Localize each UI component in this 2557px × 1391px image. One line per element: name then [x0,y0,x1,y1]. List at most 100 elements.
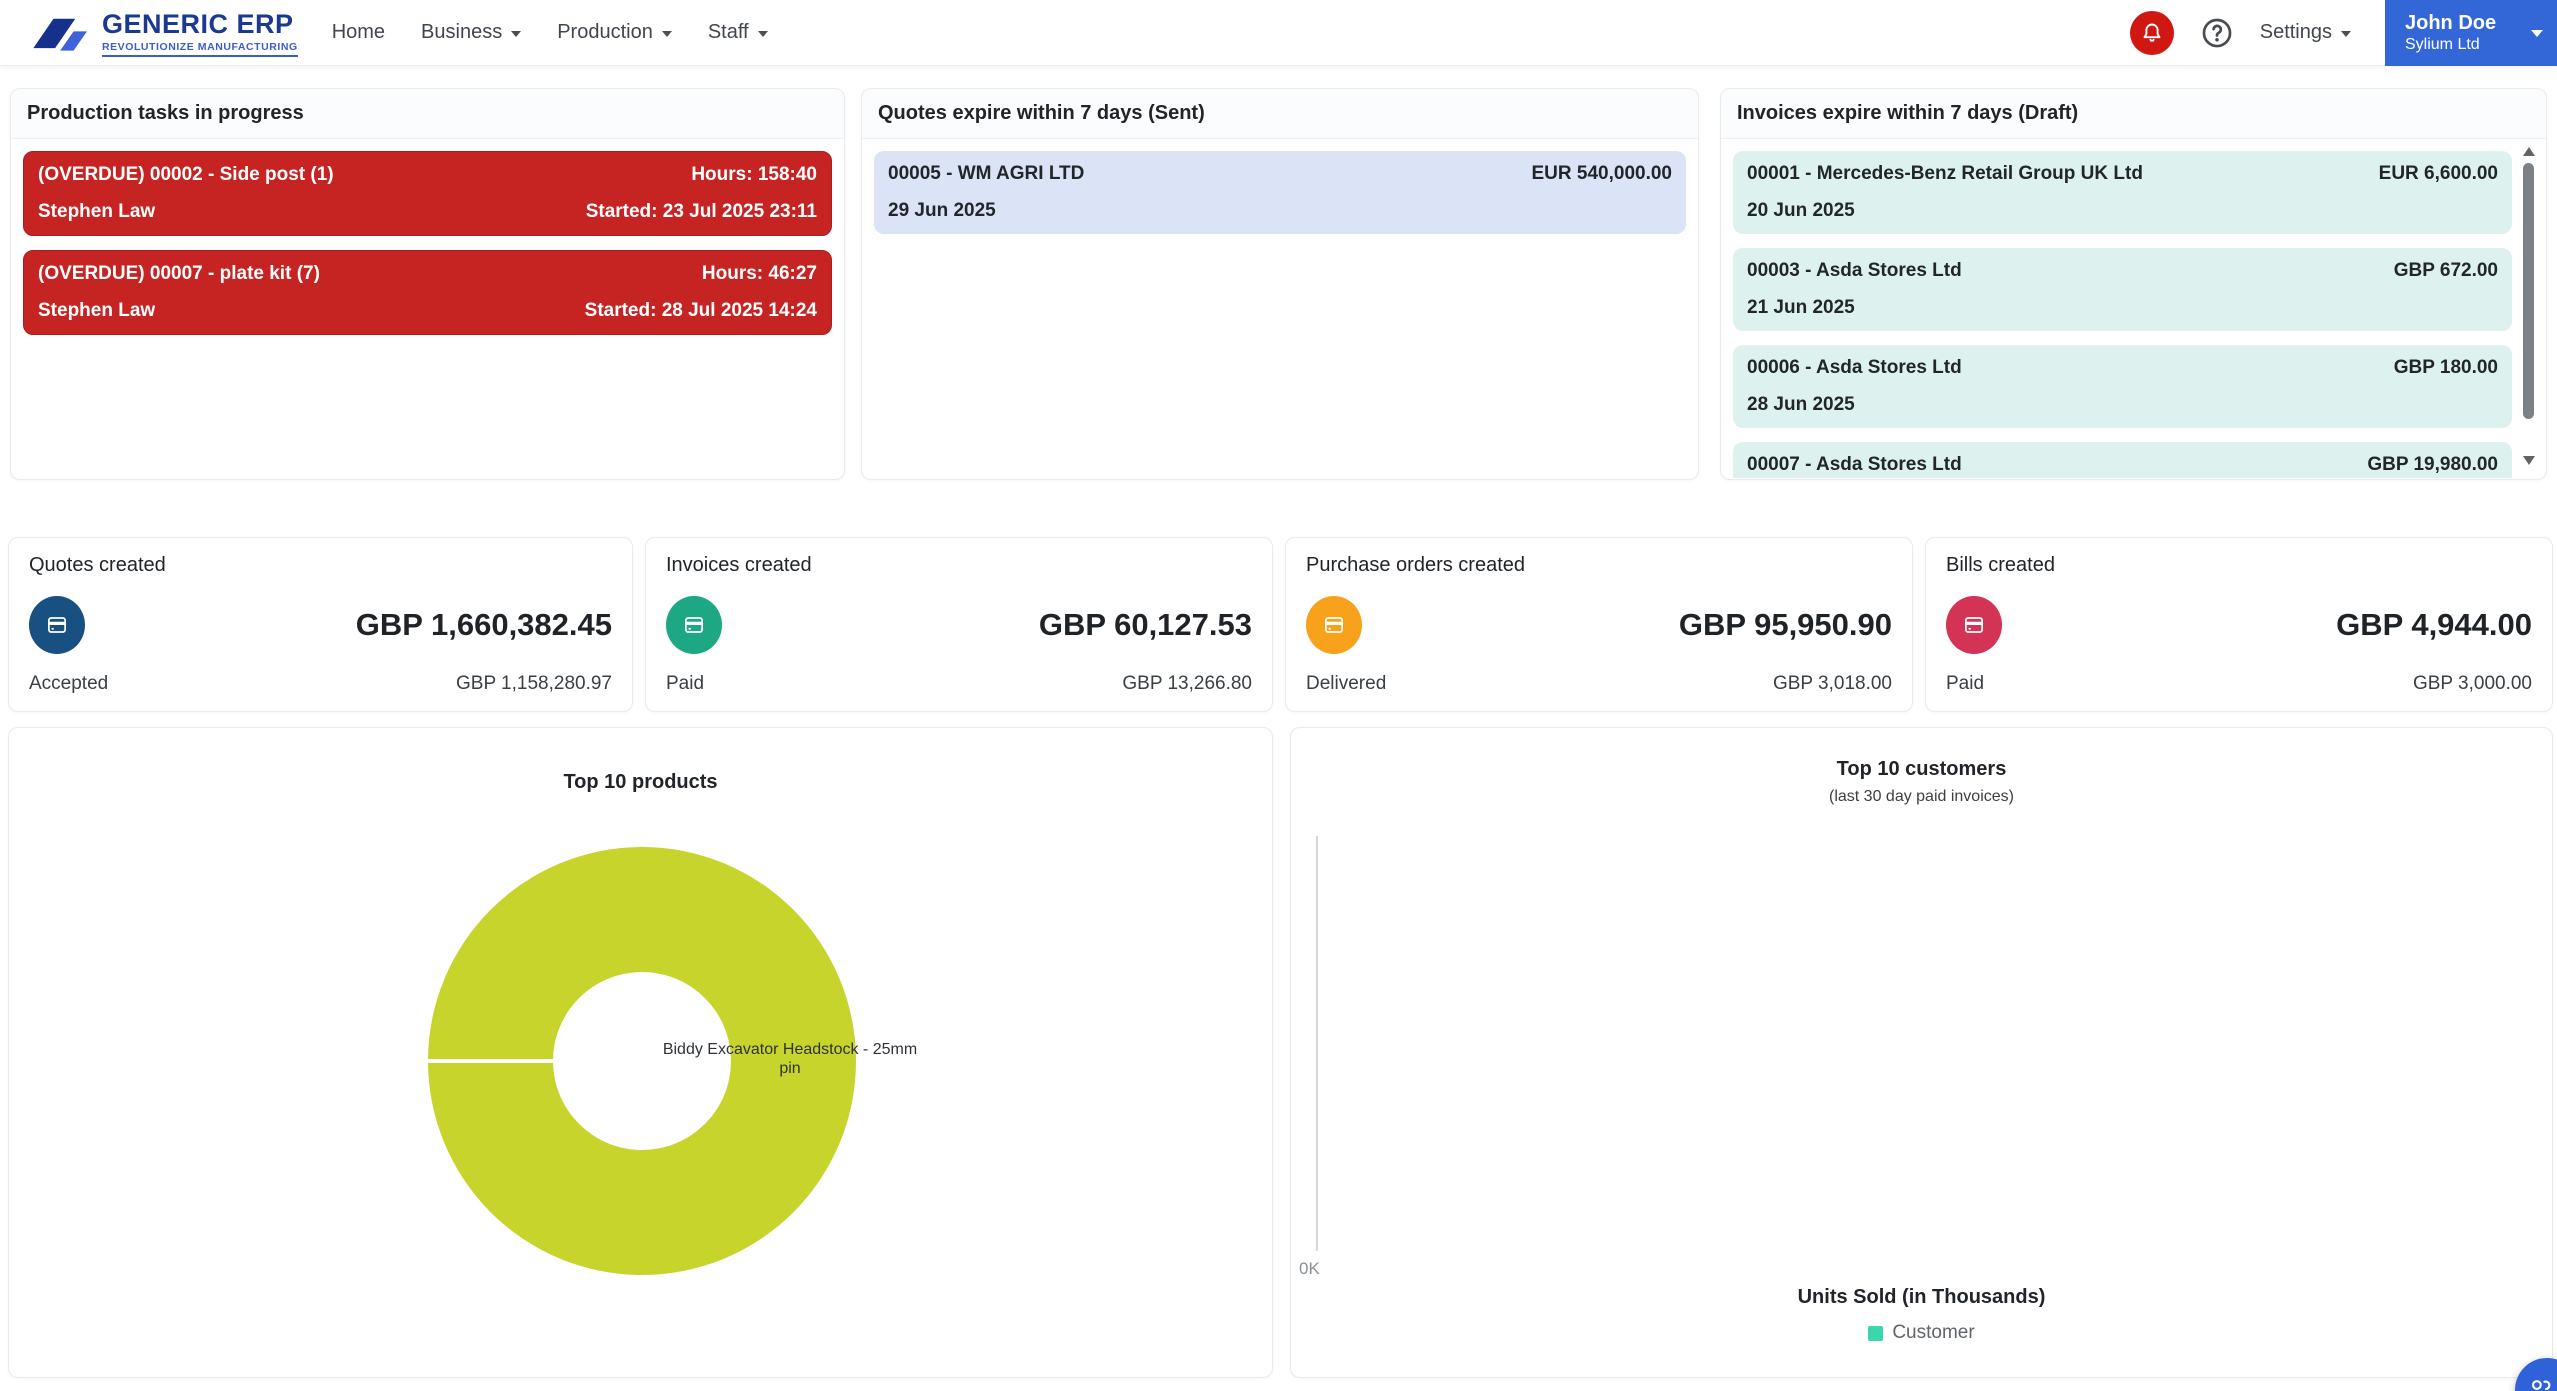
user-menu[interactable]: John Doe Sylium Ltd [2385,0,2557,66]
production-task-card[interactable]: (OVERDUE) 00002 - Side post (1) Hours: 1… [23,151,832,236]
invoice-card[interactable]: 00007 - Asda Stores Ltd GBP 19,980.00 28… [1733,442,2512,478]
quote-date: 29 Jun 2025 [888,200,996,222]
nav-item-staff[interactable]: Staff [708,21,768,44]
receipt-icon [1946,596,2002,654]
y-axis-line [1316,836,1318,1251]
chevron-down-icon [662,31,672,37]
notifications-button[interactable] [2130,11,2174,55]
invoice-amount: GBP 180.00 [2394,357,2498,379]
dashboard-content: Production tasks in progress (OVERDUE) 0… [0,66,2557,1391]
invoices-expiring-panel: Invoices expire within 7 days (Draft) 00… [1720,88,2547,480]
task-assignee: Stephen Law [38,300,155,322]
quote-card[interactable]: 00005 - WM AGRI LTD EUR 540,000.00 29 Ju… [874,151,1686,234]
receipt-icon [29,596,85,654]
kpi-invoices-created: Invoices created GBP 60,127.53 Paid GBP … [645,537,1273,712]
donut-slice-gap [428,1059,556,1063]
production-task-card[interactable]: (OVERDUE) 00007 - plate kit (7) Hours: 4… [23,250,832,335]
kpi-value: GBP 60,127.53 [1039,607,1252,643]
invoice-ref: 00003 - Asda Stores Ltd [1747,260,1962,282]
scrollbar-thumb[interactable] [2523,163,2534,419]
production-tasks-panel: Production tasks in progress (OVERDUE) 0… [10,88,845,480]
task-started: Started: 23 Jul 2025 23:11 [586,201,817,223]
kpi-value: GBP 1,660,382.45 [356,607,612,643]
brand-logo-icon [30,9,92,57]
kpi-status-label: Accepted [29,673,108,695]
invoice-amount: EUR 6,600.00 [2379,163,2498,185]
invoices-scrollbar [2521,147,2537,465]
kpi-status-value: GBP 3,018.00 [1773,673,1892,695]
axis-title: Units Sold (in Thousands) [1291,1286,2552,1309]
chevron-down-icon [2341,31,2351,37]
top-products-chart-panel: Top 10 products Biddy Excavator Headstoc… [8,727,1273,1378]
receipt-icon [666,596,722,654]
nav-item-home[interactable]: Home [332,21,385,44]
invoice-card[interactable]: 00001 - Mercedes-Benz Retail Group UK Lt… [1733,151,2512,234]
nav-item-settings[interactable]: Settings [2260,21,2351,44]
chevron-down-icon [2531,30,2543,37]
top-customers-chart-panel: Top 10 customers (last 30 day paid invoi… [1290,727,2553,1378]
bell-icon [2140,21,2164,45]
kpi-title: Purchase orders created [1306,554,1892,577]
nav-menu: Home Business Production Staff [332,21,768,44]
invoice-ref: 00006 - Asda Stores Ltd [1747,357,1962,379]
task-hours: Hours: 46:27 [702,263,817,285]
invoice-amount: GBP 19,980.00 [2367,454,2498,476]
kpi-value: GBP 4,944.00 [2336,607,2532,643]
people-icon [2525,1375,2555,1391]
navbar-right: Settings John Doe Sylium Ltd [2130,0,2557,66]
panel-title: Quotes expire within 7 days (Sent) [862,89,1698,139]
kpi-status-label: Paid [666,673,704,695]
panel-title: Production tasks in progress [11,89,844,139]
chart-title: Top 10 customers [1291,758,2552,781]
kpi-purchase-orders-created: Purchase orders created GBP 95,950.90 De… [1285,537,1913,712]
kpi-bills-created: Bills created GBP 4,944.00 Paid GBP 3,00… [1925,537,2553,712]
task-hours: Hours: 158:40 [691,164,817,186]
brand-title: GENERIC ERP [102,9,298,40]
quote-ref: 00005 - WM AGRI LTD [888,163,1084,185]
chevron-down-icon [511,31,521,37]
chart-subtitle: (last 30 day paid invoices) [1291,788,2552,806]
receipt-icon [1306,596,1362,654]
invoice-date: 20 Jun 2025 [1747,200,1855,222]
user-company: Sylium Ltd [2405,35,2517,55]
kpi-status-label: Paid [1946,673,1984,695]
brand-tagline: REVOLUTIONIZE MANUFACTURING [102,41,298,57]
kpi-title: Quotes created [29,554,612,577]
kpi-quotes-created: Quotes created GBP 1,660,382.45 Accepted… [8,537,633,712]
question-circle-icon [2200,16,2234,50]
user-name: John Doe [2405,11,2517,35]
task-assignee: Stephen Law [38,201,155,223]
legend-swatch [1868,1326,1883,1341]
quotes-expiring-panel: Quotes expire within 7 days (Sent) 00005… [861,88,1699,480]
chart-title: Top 10 products [9,771,1272,794]
invoice-ref: 00001 - Mercedes-Benz Retail Group UK Lt… [1747,163,2143,185]
quote-amount: EUR 540,000.00 [1532,163,1673,185]
invoice-date: 28 Jun 2025 [1747,394,1855,416]
legend-item-customer[interactable]: Customer [1291,1322,2552,1344]
help-button[interactable] [2200,16,2234,50]
invoice-card[interactable]: 00006 - Asda Stores Ltd GBP 180.00 28 Ju… [1733,345,2512,428]
kpi-status-value: GBP 3,000.00 [2413,673,2532,695]
nav-item-business[interactable]: Business [421,21,521,44]
kpi-status-label: Delivered [1306,673,1386,695]
nav-item-production[interactable]: Production [557,21,672,44]
scroll-up-arrow[interactable] [2523,147,2535,156]
kpi-value: GBP 95,950.90 [1679,607,1892,643]
task-title: (OVERDUE) 00002 - Side post (1) [38,164,334,186]
invoice-card[interactable]: 00003 - Asda Stores Ltd GBP 672.00 21 Ju… [1733,248,2512,331]
panel-title: Invoices expire within 7 days (Draft) [1721,89,2546,139]
invoice-date: 21 Jun 2025 [1747,297,1855,319]
donut-center-label: Biddy Excavator Headstock - 25mm pin [658,1040,922,1078]
kpi-status-value: GBP 13,266.80 [1122,673,1252,695]
kpi-title: Invoices created [666,554,1252,577]
scroll-down-arrow[interactable] [2523,456,2535,465]
invoice-amount: GBP 672.00 [2394,260,2498,282]
kpi-title: Bills created [1946,554,2532,577]
chevron-down-icon [758,31,768,37]
invoice-ref: 00007 - Asda Stores Ltd [1747,454,1962,476]
y-axis-tick-0k: 0K [1299,1259,1320,1279]
top-navbar: GENERIC ERP REVOLUTIONIZE MANUFACTURING … [0,0,2557,66]
kpi-status-value: GBP 1,158,280.97 [456,673,612,695]
brand-logo[interactable]: GENERIC ERP REVOLUTIONIZE MANUFACTURING [30,9,298,57]
task-started: Started: 28 Jul 2025 14:24 [585,300,817,322]
